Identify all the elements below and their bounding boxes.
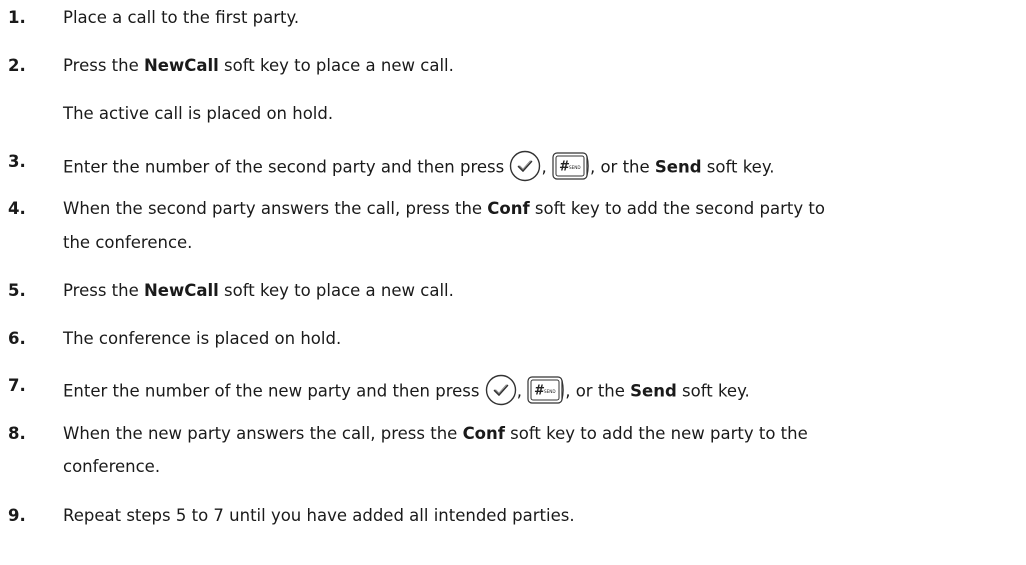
send-key-icon: # SEND [527, 376, 565, 404]
soft-key-name: Conf [487, 199, 530, 218]
step-text: Enter the number of the new party and th… [63, 374, 750, 408]
step-text-continued: the conference. [63, 233, 193, 252]
step-note: The active call is placed on hold. [63, 104, 334, 123]
step-number: 9. [8, 506, 26, 525]
send-key-label: SEND [544, 389, 556, 394]
soft-key-name: Conf [462, 424, 505, 443]
step-text: When the new party answers the call, pre… [63, 424, 808, 443]
ok-key-icon [485, 374, 517, 406]
send-key-icon: # SEND [552, 152, 590, 180]
soft-key-name: Send [654, 157, 702, 177]
step-text: Enter the number of the second party and… [63, 150, 775, 184]
soft-key-name: NewCall [144, 56, 219, 75]
step-number: 3. [8, 152, 26, 171]
soft-key-name: Send [630, 381, 677, 401]
step-text: Press the NewCall soft key to place a ne… [63, 56, 454, 75]
step-number: 2. [8, 56, 26, 75]
step-number: 6. [8, 329, 26, 348]
step-text: Press the NewCall soft key to place a ne… [63, 281, 454, 300]
step-text: When the second party answers the call, … [63, 199, 825, 218]
step-text: Repeat steps 5 to 7 until you have added… [63, 506, 575, 525]
soft-key-name: NewCall [144, 281, 219, 300]
step-number: 5. [8, 281, 26, 300]
step-number: 8. [8, 424, 26, 443]
ok-key-icon [509, 150, 541, 182]
step-number: 7. [8, 376, 26, 395]
step-text: Place a call to the first party. [63, 8, 300, 27]
step-text-continued: conference. [63, 457, 161, 476]
send-key-label: SEND [569, 165, 581, 170]
step-text: The conference is placed on hold. [63, 329, 342, 348]
step-number: 1. [8, 8, 26, 27]
step-number: 4. [8, 199, 26, 218]
